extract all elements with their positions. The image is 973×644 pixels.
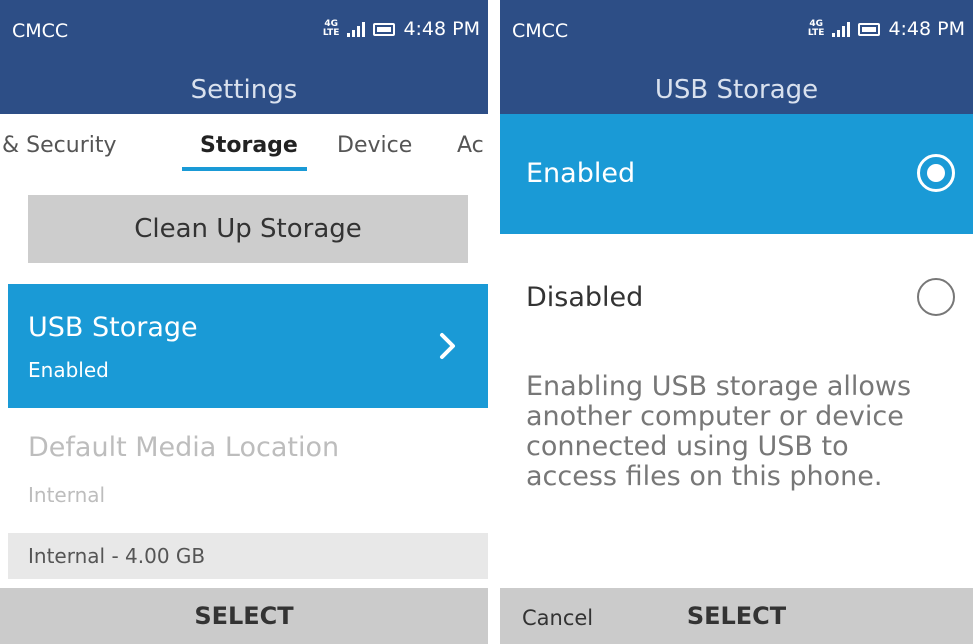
status-bar: CMCC 4G LTE 4:48 PM [0, 0, 488, 66]
chevron-right-icon [440, 333, 455, 359]
default-media-location-label: Default Media Location [28, 432, 340, 463]
status-icons: 4G LTE 4:48 PM [323, 18, 480, 40]
carrier-name: CMCC [12, 20, 69, 42]
signal-icon [347, 21, 366, 37]
usb-storage-value: Enabled [28, 358, 109, 382]
radio-unselected-icon[interactable] [917, 278, 955, 316]
usb-storage-description: Enabling USB storage allows another comp… [526, 371, 912, 492]
tab-device[interactable]: Device [337, 133, 412, 158]
usb-storage-screen: CMCC 4G LTE 4:48 PM USB Storage Enabled D… [500, 0, 973, 644]
default-media-location-value: Internal [28, 483, 106, 507]
storage-capacity-header: Internal - 4.00 GB [8, 533, 488, 579]
carrier-name: CMCC [512, 20, 569, 42]
tab-account[interactable]: Ac [457, 133, 484, 158]
clean-up-storage-button[interactable]: Clean Up Storage [28, 195, 468, 263]
option-disabled-label: Disabled [526, 282, 644, 313]
radio-selected-icon[interactable] [917, 154, 955, 192]
page-title: Settings [0, 66, 488, 114]
active-tab-indicator [182, 167, 307, 171]
option-disabled[interactable]: Disabled [500, 234, 973, 358]
page-title: USB Storage [500, 66, 973, 114]
battery-icon [858, 22, 881, 36]
select-softkey[interactable]: SELECT [500, 602, 973, 630]
usb-storage-item[interactable]: USB Storage Enabled [8, 284, 488, 408]
usb-storage-label: USB Storage [28, 312, 198, 343]
signal-icon [832, 21, 851, 37]
clock: 4:48 PM [888, 18, 965, 40]
battery-icon [373, 22, 396, 36]
select-softkey[interactable]: SELECT [0, 602, 488, 630]
tab-storage[interactable]: Storage [200, 133, 298, 158]
settings-screen: CMCC 4GLTE 4:48 PM Settings y & Security… [0, 0, 488, 644]
clock: 4:48 PM [403, 18, 480, 40]
softkey-bar: SELECT [0, 588, 488, 644]
network-type-icon: 4G LTE [322, 19, 340, 38]
option-enabled[interactable]: Enabled [500, 114, 973, 234]
tab-privacy-security[interactable]: y & Security [0, 133, 117, 158]
screen-divider [488, 0, 500, 644]
option-enabled-label: Enabled [526, 158, 636, 189]
status-bar: CMCC 4G LTE 4:48 PM [500, 0, 973, 66]
tab-bar: y & Security Storage Device Ac [0, 125, 488, 175]
softkey-bar: Cancel SELECT [500, 588, 973, 644]
network-type-icon: 4G LTE [807, 19, 825, 38]
status-icons: 4G LTE 4:48 PM [808, 18, 965, 40]
default-media-location-item[interactable]: Default Media Location Internal [28, 432, 339, 507]
